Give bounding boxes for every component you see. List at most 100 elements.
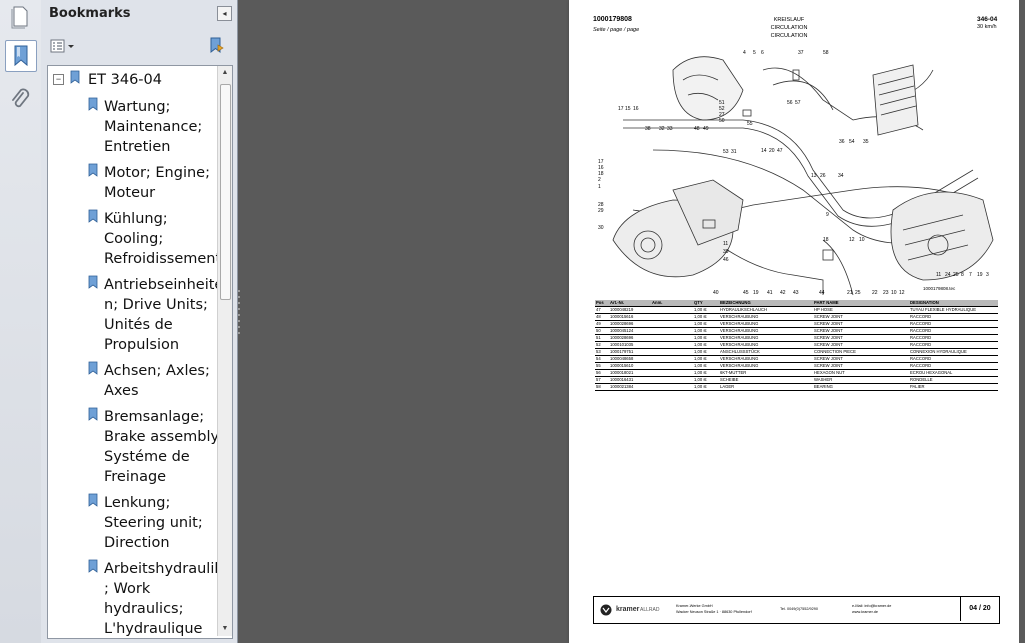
callout-number: 29 <box>598 208 604 214</box>
new-bookmark-icon[interactable] <box>207 37 225 55</box>
hydraulic-circuit-drawing: 1000179808.tec 4 5 6 37 5817 15 165152275056 57… <box>598 50 994 296</box>
company-email: e-Mail: info@kramer.de <box>852 604 892 608</box>
table-cell: RACCORD <box>909 341 998 349</box>
collapse-tree-toggle[interactable]: − <box>53 74 64 85</box>
table-row: 48 1000015616 1,00 st VERSCHRAUBUNG SCREW JO… <box>595 313 998 321</box>
document-scroll-area[interactable] <box>1019 0 1025 643</box>
bookmarks-panel: Bookmarks ◂ − ET 346-04 Wartung; Mainten… <box>41 0 238 643</box>
tree-scrollbar[interactable]: ▲ ▼ <box>217 66 232 636</box>
callout-number: 25 <box>855 290 861 296</box>
table-row: 53 1000179751 1,00 st ANSCHLUSSSTÜCK CONNECT… <box>595 348 998 356</box>
callout-number: 23 <box>883 290 889 296</box>
bookmark-item-maintenance[interactable]: Wartung; Maintenance; Entretien <box>104 97 202 157</box>
table-cell: VERSCHRAUBUNG <box>719 362 813 370</box>
callout-number: 25 <box>953 272 959 278</box>
options-list-icon[interactable] <box>50 38 76 54</box>
table-cell: 54 <box>595 355 609 363</box>
callout-number: 47 <box>777 148 783 154</box>
callout-number: 42 <box>780 290 786 296</box>
table-cell: VERSCHRAUBUNG <box>719 341 813 349</box>
table-cell: 1,00 st <box>693 362 719 370</box>
table-cell: 48 <box>595 313 609 321</box>
callout-number: 49 <box>703 126 709 132</box>
company-address: Wacker Neuson Straße 1 · 88630 Pfullendo… <box>676 610 752 614</box>
table-cell: 1,00 st <box>693 355 719 363</box>
table-cell <box>651 376 693 384</box>
callout-number: 16 <box>633 106 639 112</box>
scroll-thumb[interactable] <box>220 84 231 300</box>
bookmark-item-axles[interactable]: Achsen; Axles; Axes <box>104 361 210 401</box>
table-cell: SCREW JOINT <box>813 334 909 342</box>
brand-suffix: ALLRAD <box>640 607 660 613</box>
table-row: 58 1000021384 1,00 st LAGER BEARING PALIER <box>595 383 998 391</box>
scroll-up-icon[interactable]: ▲ <box>218 66 232 80</box>
table-cell: 1000028696 <box>609 334 651 342</box>
bookmark-item-drive-units[interactable]: Antriebseinheite n; Drive Units; Unités … <box>104 275 223 355</box>
table-cell: VERSCHRAUBUNG <box>719 334 813 342</box>
callout-number: 5 <box>753 50 756 56</box>
table-cell: TUYAU FLEXIBLE HYDRAULIQUE <box>909 306 998 314</box>
table-cell <box>651 348 693 356</box>
table-cell: 53 <box>595 348 609 356</box>
callout-number: 45 <box>743 290 749 296</box>
callout-number: 20 <box>769 148 775 154</box>
table-cell: 1000015616 <box>609 313 651 321</box>
bookmark-item-work-hydraulics[interactable]: Arbeitshydraulik ; Work hydraulics; L'hy… <box>104 559 223 638</box>
panel-splitter-grip[interactable] <box>237 290 241 336</box>
callout-number: 39 <box>723 249 729 255</box>
table-row: 52 1000101035 1,00 st VERSCHRAUBUNG SCREW JO… <box>595 341 998 349</box>
callout-number: 1 <box>598 184 601 190</box>
table-row: 51 1000028696 1,00 st VERSCHRAUBUNG SCREW JO… <box>595 334 998 342</box>
callout-number: 48 <box>694 126 700 132</box>
paperclip-icon[interactable] <box>5 84 35 114</box>
callout-number: 40 <box>713 290 719 296</box>
table-cell: BEARING <box>813 383 909 391</box>
callout-number: 15 <box>625 106 631 112</box>
callout-number: 38 <box>645 126 651 132</box>
table-cell: 47 <box>595 306 609 314</box>
document-page: 1000179808 Seite / page / page KREISLAUF… <box>569 0 1019 643</box>
callout-number: 14 <box>761 148 767 154</box>
bookmark-tree: − ET 346-04 Wartung; Maintenance; Entret… <box>47 65 233 639</box>
bookmark-item-brake[interactable]: Bremsanlage; Brake assembly; Systéme de … <box>104 407 224 487</box>
callout-number: 9 <box>826 212 829 218</box>
table-cell <box>651 313 693 321</box>
table-row: 49 1000028696 1,00 st VERSCHRAUBUNG SCREW JO… <box>595 320 998 328</box>
table-cell <box>651 334 693 342</box>
bookmark-root[interactable]: ET 346-04 <box>88 70 162 90</box>
table-cell: 1000015610 <box>609 362 651 370</box>
callout-number: 24 <box>945 272 951 278</box>
callout-number: 7 <box>969 272 972 278</box>
page-label: Seite / page / page <box>593 27 640 33</box>
callout-number: 35 <box>863 139 869 145</box>
bookmark-item-steering[interactable]: Lenkung; Steering unit; Direction <box>104 493 203 553</box>
bookmark-item-cooling[interactable]: Kühlung; Cooling; Refroidissement <box>104 209 221 269</box>
table-cell: 56 <box>595 369 609 377</box>
scroll-down-icon[interactable]: ▼ <box>218 622 232 636</box>
callout-number: 46 <box>723 257 729 263</box>
pages-icon[interactable] <box>5 2 35 32</box>
callout-number: 10 <box>891 290 897 296</box>
table-cell: 49 <box>595 320 609 328</box>
callout-number: 58 <box>823 50 829 56</box>
table-cell: 1,00 st <box>693 320 719 328</box>
company-phone: Tel. 0049(0)7552/9290 <box>780 607 818 611</box>
table-cell: 1,00 st <box>693 376 719 384</box>
table-cell: 1,00 st <box>693 369 719 377</box>
table-cell <box>651 320 693 328</box>
callout-number: 36 <box>839 139 845 145</box>
callout-number: 56 <box>787 100 793 106</box>
table-cell: SCREW JOINT <box>813 362 909 370</box>
table-cell: 1000101035 <box>609 341 651 349</box>
bookmark-item-engine[interactable]: Motor; Engine; Moteur <box>104 163 210 203</box>
callout-number: 34 <box>838 173 844 179</box>
callout-number: 12 <box>899 290 905 296</box>
collapse-panel-button[interactable]: ◂ <box>217 6 232 21</box>
panel-toolbar <box>41 33 237 61</box>
bookmark-ribbon-icon[interactable] <box>5 40 37 72</box>
table-cell: RACCORD <box>909 334 998 342</box>
table-cell: SCREW JOINT <box>813 355 909 363</box>
table-cell: 1000016431 <box>609 376 651 384</box>
table-cell: CONNECTION PIECE <box>813 348 909 356</box>
bookmark-icon <box>88 407 98 421</box>
